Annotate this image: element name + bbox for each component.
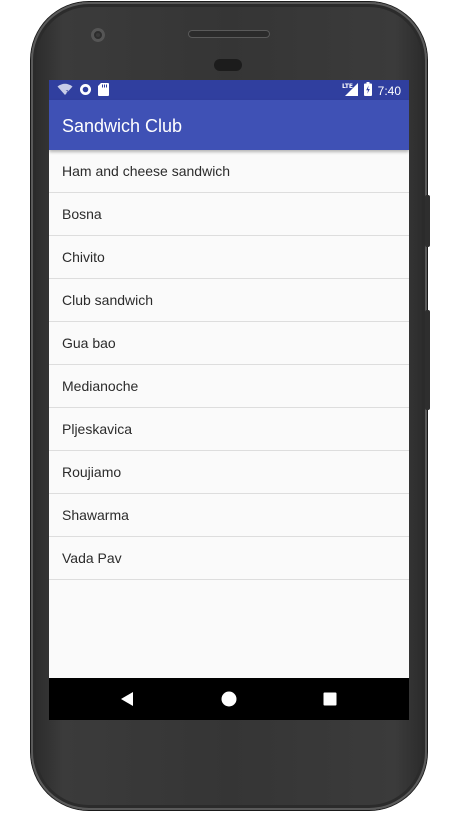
recents-button[interactable] [300, 678, 360, 720]
list-item[interactable]: Shawarma [49, 494, 409, 537]
app-bar: Sandwich Club [49, 100, 409, 150]
screen: ? LTE 7:40 Sandwich Club Ham and cheese … [49, 80, 409, 720]
power-button [425, 195, 430, 247]
list-item-label: Chivito [62, 249, 105, 265]
wifi-icon: ? [57, 83, 73, 99]
list-item[interactable]: Chivito [49, 236, 409, 279]
list-item[interactable]: Ham and cheese sandwich [49, 150, 409, 193]
navigation-bar [49, 678, 409, 720]
status-time: 7:40 [377, 83, 401, 98]
lte-signal-icon: LTE [342, 82, 358, 99]
status-left-icons: ? [57, 83, 109, 99]
list-item-label: Pljeskavica [62, 421, 133, 437]
list-item[interactable]: Club sandwich [49, 279, 409, 322]
list-item[interactable]: Bosna [49, 193, 409, 236]
list-item-label: Shawarma [62, 507, 129, 523]
list-item[interactable]: Roujiamo [49, 451, 409, 494]
back-triangle-icon [121, 692, 133, 706]
list-item-label: Vada Pav [62, 550, 122, 566]
list-item-label: Club sandwich [62, 292, 154, 308]
sync-icon [79, 83, 92, 99]
battery-charging-icon [363, 82, 372, 99]
network-type-label: LTE [342, 83, 353, 90]
status-right-icons: LTE 7:40 [342, 82, 401, 99]
list-item-label: Ham and cheese sandwich [62, 163, 231, 179]
recents-square-icon [323, 692, 337, 706]
sandwich-list: Ham and cheese sandwich Bosna Chivito Cl… [49, 150, 409, 580]
earpiece-speaker [188, 30, 270, 38]
app-title: Sandwich Club [62, 116, 183, 136]
list-item[interactable]: Medianoche [49, 365, 409, 408]
front-camera [91, 28, 105, 42]
list-item-label: Bosna [62, 206, 102, 222]
list-item-label: Roujiamo [62, 464, 122, 480]
list-item-label: Gua bao [62, 335, 116, 351]
home-button[interactable] [199, 678, 259, 720]
svg-text:?: ? [66, 90, 69, 97]
list-item-label: Medianoche [62, 378, 139, 394]
list-item[interactable]: Pljeskavica [49, 408, 409, 451]
back-button[interactable] [97, 678, 157, 720]
list-item[interactable]: Vada Pav [49, 537, 409, 580]
list-item[interactable]: Gua bao [49, 322, 409, 365]
volume-button [425, 310, 430, 410]
proximity-sensor [214, 59, 242, 71]
home-circle-icon [221, 691, 237, 707]
sd-card-icon [98, 83, 109, 99]
status-bar: ? LTE 7:40 [49, 80, 409, 100]
